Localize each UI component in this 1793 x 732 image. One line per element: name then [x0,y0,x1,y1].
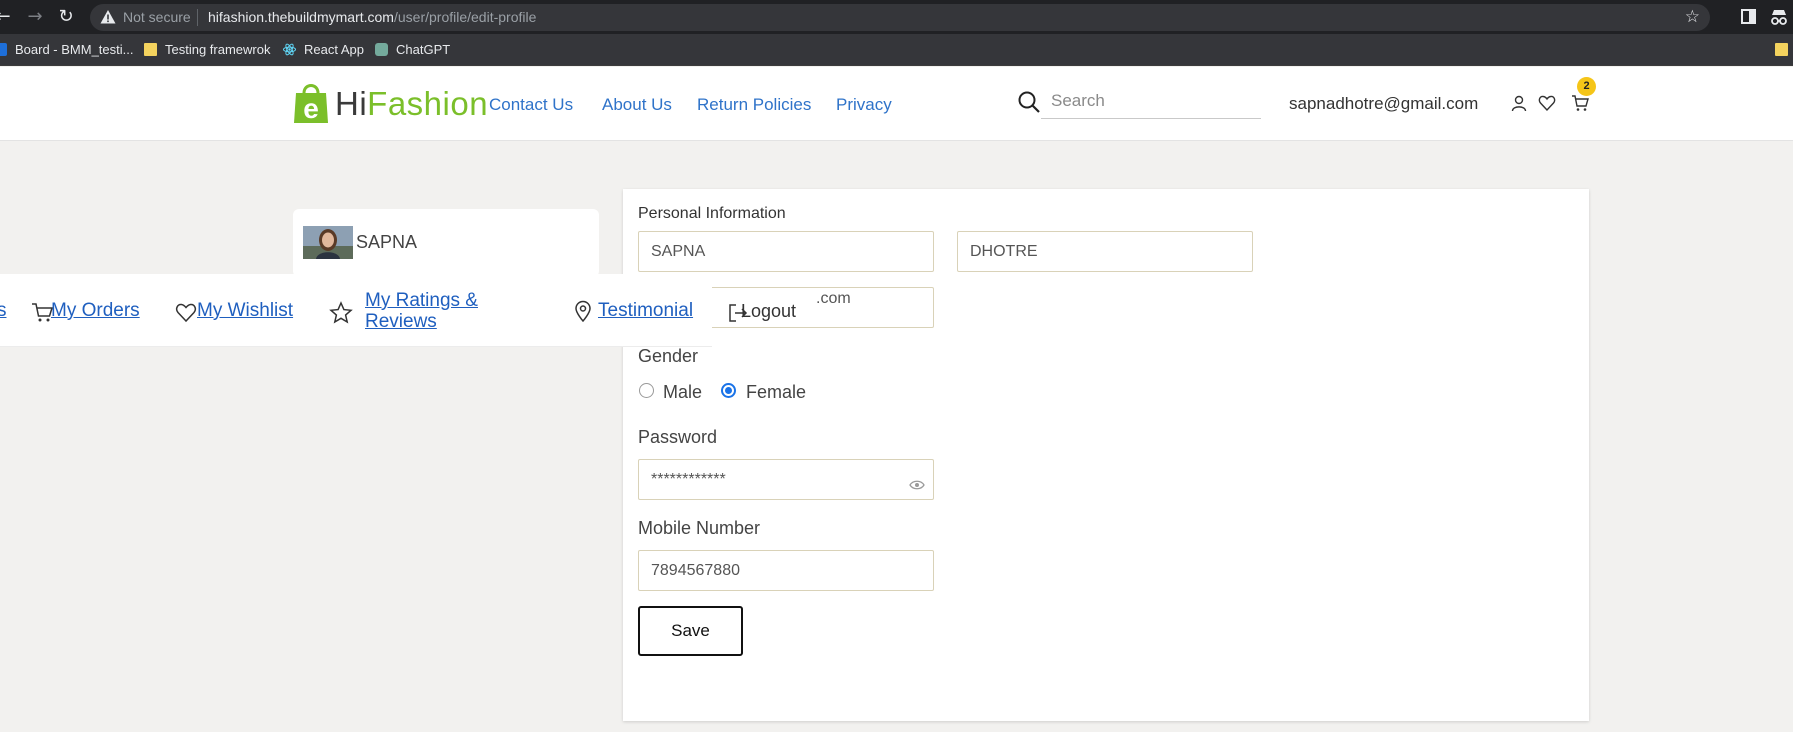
mobile-number-field[interactable] [638,550,934,591]
folder-icon [1775,43,1788,56]
url-host: hifashion.thebuildmymart.com [208,9,394,25]
nav-return-policies[interactable]: Return Policies [697,95,811,115]
url-divider [197,9,198,26]
profile-name: SAPNA [356,232,418,252]
chatgpt-icon [375,43,388,56]
user-email[interactable]: sapnadhotre@gmail.com [1289,94,1478,114]
url-path: /user/profile/edit-profile [393,9,537,25]
bookmark-label: Testing framewrok [165,42,271,57]
browser-toolbar: ← → ↻ Not secure hifashion.thebuildmymar… [0,0,1793,34]
warning-icon [100,10,116,24]
site-header: e HiFashion Contact Us About Us Return P… [0,67,1793,141]
my-ratings-reviews-link-line1[interactable]: My Ratings & [365,290,478,312]
nav-privacy[interactable]: Privacy [836,95,892,115]
heart-icon[interactable] [1538,94,1556,112]
reload-icon[interactable]: ↻ [55,6,77,28]
bookmarks-bar: Board - BMM_testi... Testing framewrok R… [0,34,1793,66]
bookmark-overflow-folder[interactable] [1775,41,1793,59]
password-label: Password [638,427,718,447]
url-text[interactable]: hifashion.thebuildmymart.com/user/profil… [208,9,536,25]
nav-about-us[interactable]: About Us [602,95,672,115]
gender-male-label[interactable]: Male [663,382,702,403]
profile-card: SAPNA [293,209,599,277]
logo-fashion: Fashion [367,85,489,122]
gender-female-radio[interactable] [721,383,736,398]
section-title: Personal Information [638,205,786,222]
password-field[interactable] [638,459,934,500]
first-name-field[interactable] [638,231,934,272]
bookmark-chatgpt[interactable]: ChatGPT [375,41,450,59]
cart-icon [32,303,53,322]
email-field-visible-text: .com [816,290,851,307]
account-nav: s My Orders My Wishlist My Ratings & Rev… [0,274,796,347]
avatar[interactable] [303,226,353,259]
testimonial-link[interactable]: Testimonial [598,300,693,322]
logo-hi: Hi [335,85,368,122]
bookmark-react-app[interactable]: React App [283,41,364,59]
bookmark-board[interactable]: Board - BMM_testi... [0,41,133,59]
cart-count-badge: 2 [1577,77,1596,96]
my-ratings-reviews-link-line2[interactable]: Reviews [365,311,437,333]
bookmark-label: Board - BMM_testi... [15,42,134,57]
bookmark-label: ChatGPT [396,42,451,57]
search-icon[interactable] [1017,90,1041,114]
user-icon[interactable] [1510,94,1528,112]
logout-link[interactable]: Logout [741,301,796,322]
heart-icon [175,303,197,323]
gender-female-label[interactable]: Female [746,382,806,403]
save-button[interactable]: Save [638,606,743,656]
bookmark-testing-framework[interactable]: Testing framewrok [144,41,270,59]
security-status: Not secure [123,9,191,25]
trello-icon [0,43,7,56]
my-wishlist-link[interactable]: My Wishlist [197,300,293,322]
gender-label: Gender [638,346,699,366]
search-input[interactable] [1041,83,1261,119]
address-bar[interactable]: Not secure hifashion.thebuildmymart.com/… [90,4,1710,31]
back-icon[interactable]: ← [0,6,14,28]
forward-icon[interactable]: → [24,6,46,28]
star-icon [329,301,353,324]
side-panel-icon[interactable] [1741,9,1756,24]
last-name-field[interactable] [957,231,1253,272]
incognito-icon[interactable] [1768,6,1790,28]
bookmark-star-icon[interactable]: ☆ [1685,7,1700,27]
folder-icon [144,43,157,56]
edit-profile-form: Personal Information Gender Male Female … [623,189,1589,721]
react-icon [283,43,296,56]
logo[interactable]: HiFashion [335,85,488,123]
bookmark-label: React App [304,42,364,57]
account-nav-item-cut[interactable]: s [0,300,7,322]
mobile-number-label: Mobile Number [638,518,761,538]
location-pin-icon [575,300,591,322]
nav-contact-us[interactable]: Contact Us [489,95,573,115]
cart-icon[interactable] [1571,94,1589,112]
logo-letter: e [303,93,319,124]
gender-male-radio[interactable] [639,383,654,398]
my-orders-link[interactable]: My Orders [51,300,140,322]
show-password-icon[interactable] [909,479,925,491]
logo-bag-icon[interactable]: e [292,79,330,125]
